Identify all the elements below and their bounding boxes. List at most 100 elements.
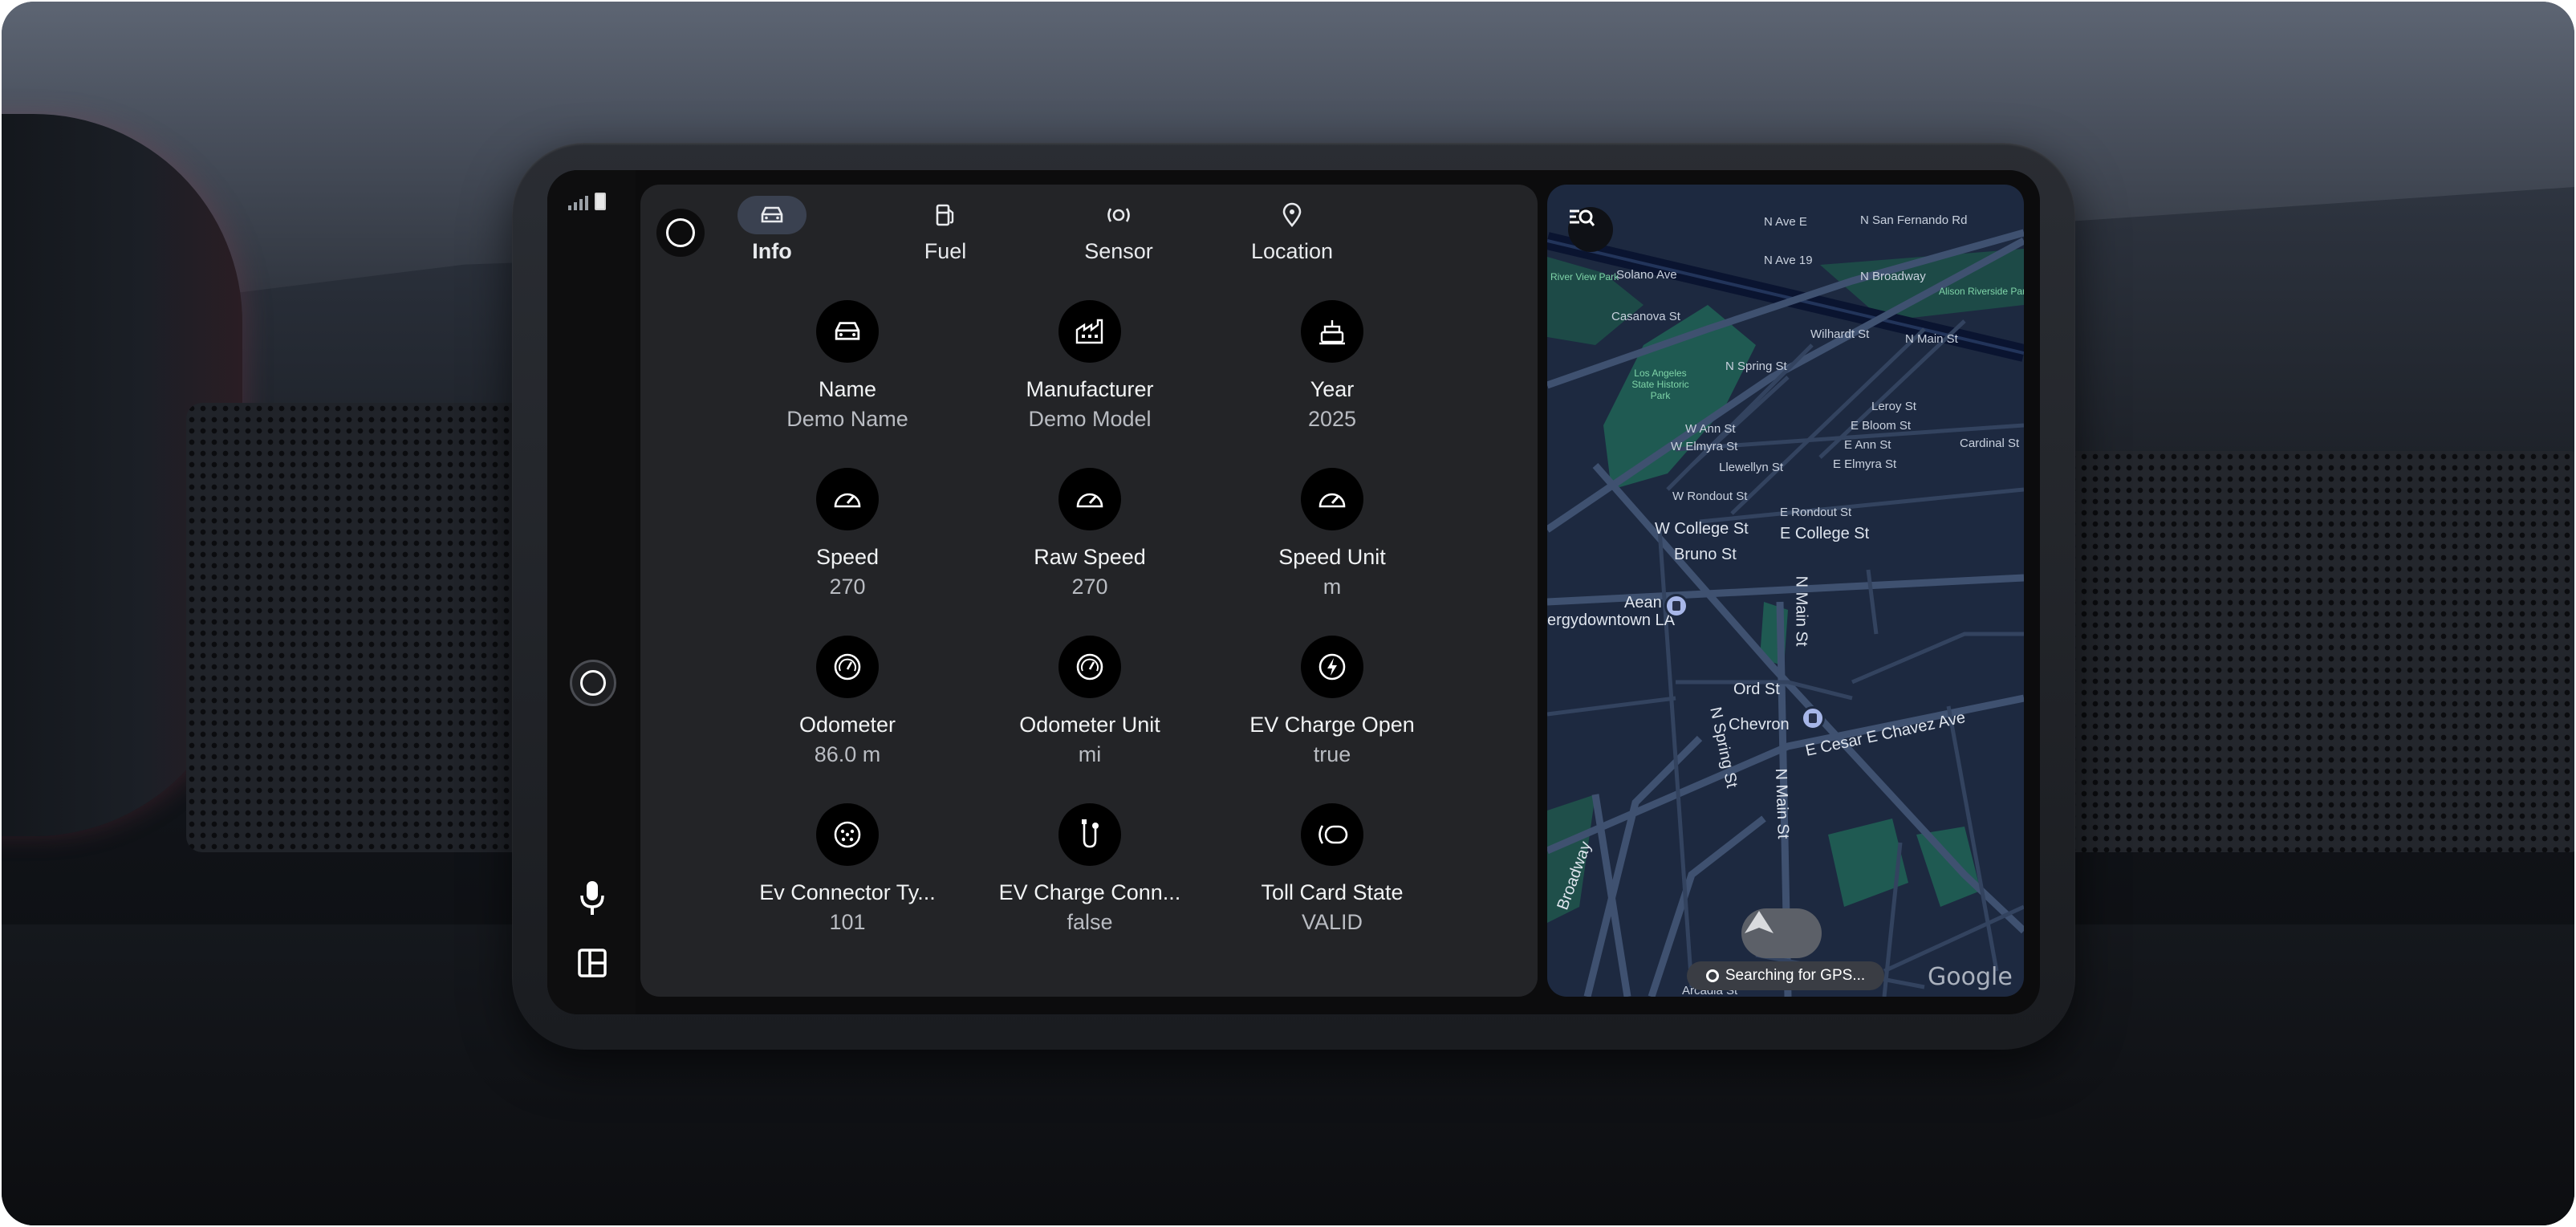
info-card-year[interactable]: Year 2025 [1228,300,1436,432]
map-label: E Rondout St [1780,506,1852,519]
info-title: Odometer [798,713,896,737]
info-card-ev-charge-connector[interactable]: EV Charge Conn... false [985,803,1194,935]
map-label: E College St [1780,525,1870,542]
toll-card-icon [1301,803,1363,866]
info-card-ev-connector-type[interactable]: Ev Connector Ty... 101 [743,803,952,935]
info-card-raw-speed[interactable]: Raw Speed 270 [985,468,1194,599]
map-label: N San Fernando Rd [1860,213,1968,227]
cake-icon [1301,300,1363,363]
microphone-icon[interactable] [576,878,608,918]
gps-status-text: Searching for GPS... [1725,967,1866,984]
battery-icon [595,193,606,210]
odometer-icon [816,636,879,698]
info-card-ev-charge-open[interactable]: EV Charge Open true [1228,636,1436,767]
info-title: Manufacturer [1026,377,1154,401]
map-label: N Main St [1792,575,1810,647]
info-title: EV Charge Conn... [998,880,1181,904]
map-label: N Spring St [1725,360,1787,373]
ev-connector-icon [816,803,879,866]
info-value: m [1323,575,1342,599]
map-label: W Ann St [1685,422,1736,436]
fuel-icon [911,196,980,234]
map-label: N Main St [1771,768,1792,839]
tab-sensor[interactable]: Sensor [1054,196,1183,268]
search-list-icon [1570,209,1595,226]
map-label: Ord St [1733,681,1780,698]
info-title: Speed Unit [1278,545,1386,569]
car-icon [737,196,807,234]
info-value: Demo Model [1028,407,1152,431]
info-title: EV Charge Open [1249,713,1415,737]
map-label: ergydowntown LA [1547,611,1675,629]
info-card-odometer[interactable]: Odometer 86.0 m [743,636,952,767]
ev-cable-icon [1058,803,1121,866]
gas-station-pin[interactable] [1801,706,1825,730]
map-label: W College St [1655,520,1749,538]
tab-location[interactable]: Location [1228,196,1356,268]
info-card-speed[interactable]: Speed 270 [743,468,952,599]
info-card-toll-card-state[interactable]: Toll Card State VALID [1228,803,1436,935]
gps-icon [1705,969,1719,982]
info-value: VALID [1301,910,1363,934]
tab-fuel[interactable]: Fuel [881,196,1010,268]
map-label: N Main St [1905,332,1958,346]
info-title: Raw Speed [1034,545,1146,569]
tab-info[interactable]: Info [708,196,836,268]
head-unit-screen: Info Fuel Sensor Location Name Demo Name… [547,170,2040,1014]
info-card-manufacturer[interactable]: Manufacturer Demo Model [985,300,1194,432]
map-label: E Elmyra St [1833,457,1897,471]
info-value: true [1313,742,1351,766]
location-pin-icon [1258,196,1327,234]
map-label: Wilhardt St [1810,327,1870,341]
map-label: N Ave 19 [1764,254,1813,267]
factory-icon [1058,300,1121,363]
gas-station-pin[interactable] [1664,594,1688,618]
info-value: Demo Name [786,407,908,431]
tab-label: Info [752,239,792,263]
status-bar [568,193,606,210]
vehicle-info-app: Info Fuel Sensor Location Name Demo Name… [640,185,1538,997]
map-label: Alison Riverside Park [1939,286,2024,297]
map-search-button[interactable] [1568,207,1613,252]
info-value: 86.0 m [814,742,881,766]
speedometer-icon [1301,468,1363,530]
map-label: E Bloom St [1851,419,1912,433]
tab-label: Fuel [924,239,967,263]
gps-status-pill: Searching for GPS... [1687,961,1884,990]
speedometer-icon [816,468,879,530]
home-button[interactable] [570,660,616,706]
map-label: W Elmyra St [1671,440,1738,453]
map-label: Casanova St [1611,310,1680,323]
map-label: Los Angeles State Historic Park [1631,368,1689,401]
info-card-speed-unit[interactable]: Speed Unit m [1228,468,1436,599]
info-value: 270 [1071,575,1108,599]
info-value: 270 [829,575,866,599]
recenter-button[interactable] [1741,908,1822,958]
signal-icon [568,196,588,210]
info-title: Odometer Unit [1019,713,1160,737]
right-speaker-grille [2056,451,2574,852]
info-value: mi [1078,742,1102,766]
map-label: W Rondout St [1672,490,1748,503]
info-value: false [1067,910,1113,934]
system-rail [547,170,636,1014]
app-home-button[interactable] [656,209,705,257]
map-roads [1547,229,2024,997]
map-label: Bruno St [1674,546,1737,563]
map-label: River View Park [1550,271,1619,282]
info-title: Year [1310,377,1355,401]
info-title: Ev Connector Ty... [759,880,936,904]
navigation-arrow-icon [1745,911,1774,933]
info-card-name[interactable]: Name Demo Name [743,300,952,432]
app-launcher-icon[interactable] [578,949,607,977]
map-label: E Ann St [1844,438,1891,452]
car-dashboard-background: Info Fuel Sensor Location Name Demo Name… [2,2,2574,1225]
map-view[interactable]: N Ave E N San Fernando Rd N Ave 19 N Bro… [1547,185,2024,997]
tab-label: Sensor [1084,239,1153,263]
speedometer-icon [1058,468,1121,530]
sensor-icon [1084,196,1153,234]
info-title: Name [818,377,877,401]
info-card-odometer-unit[interactable]: Odometer Unit mi [985,636,1194,767]
info-title: Toll Card State [1261,880,1404,904]
map-label: N Ave E [1764,215,1807,229]
